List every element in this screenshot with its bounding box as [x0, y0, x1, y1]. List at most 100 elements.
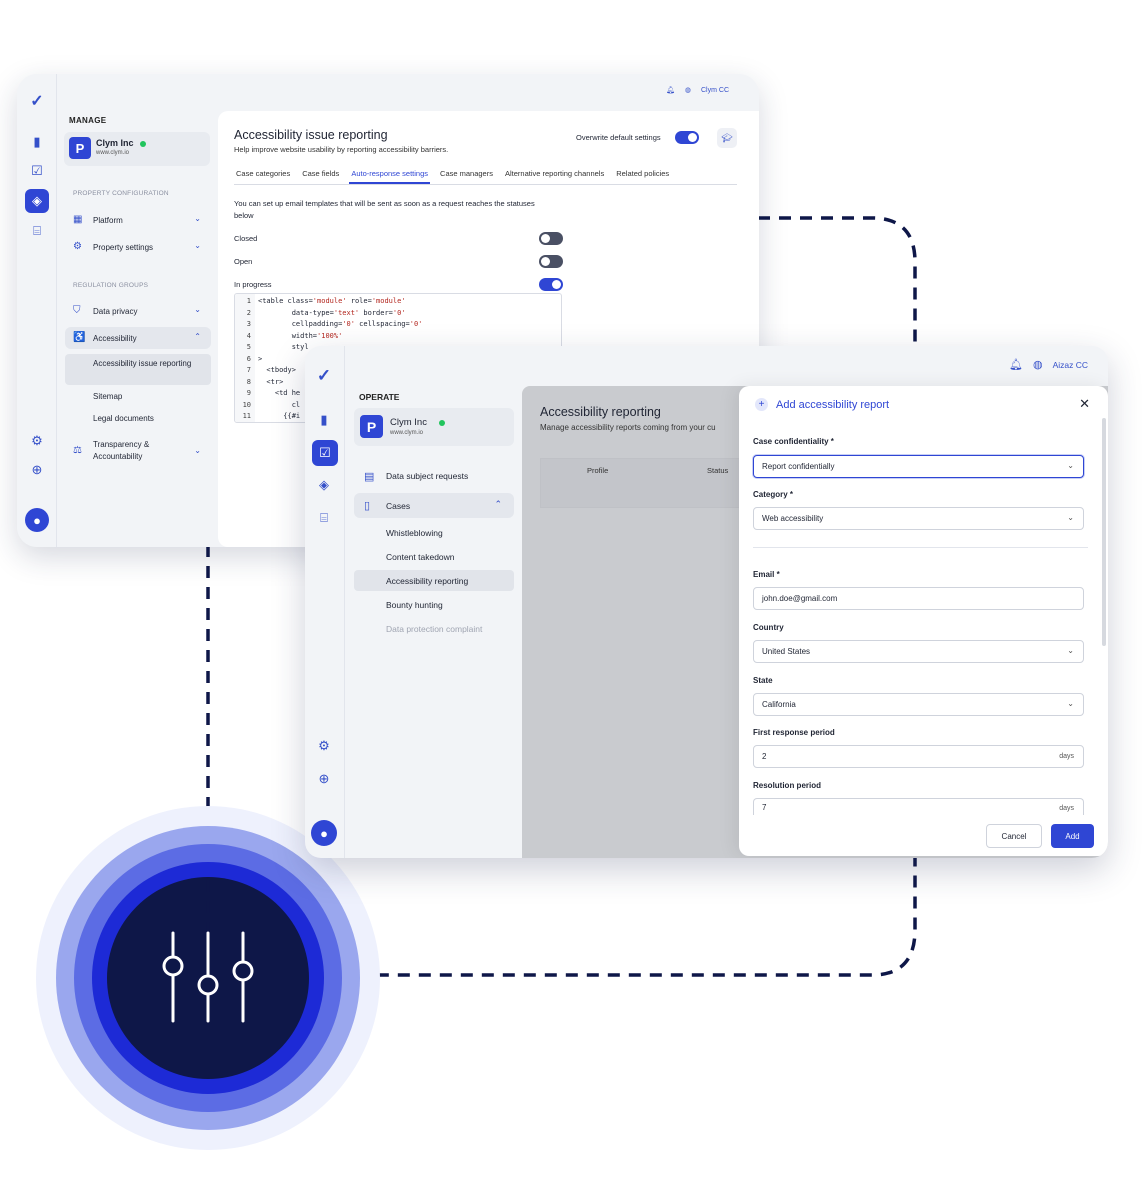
modal-title: Add accessibility report — [776, 398, 890, 411]
org-site: www.clym.io — [390, 430, 424, 436]
toggle-closed[interactable] — [539, 232, 563, 245]
reports-table: Profile Status — [540, 458, 740, 508]
checklist-icon[interactable]: ☑ — [312, 440, 338, 466]
layers-icon[interactable]: ◈ — [25, 189, 49, 213]
chevron-down-icon: ⌄ — [1067, 461, 1074, 470]
sidebar-item-data-subject-requests[interactable]: ▤ Data subject requests — [354, 464, 514, 488]
first-response-input[interactable]: 2 days — [753, 745, 1084, 768]
modal-scrollbar[interactable] — [1102, 418, 1106, 646]
tab-case-fields[interactable]: Case fields — [300, 169, 341, 184]
field-label-case-confidentiality: Case confidentiality * — [753, 437, 834, 446]
auto-response-description: You can set up email templates that will… — [234, 199, 535, 220]
chart-icon[interactable]: ▮ — [312, 408, 336, 432]
sidebar-item-label: Data subject requests — [386, 471, 469, 481]
org-switcher[interactable]: P Clym Inc www.clym.io — [64, 132, 210, 166]
sidebar-subitem-content-takedown[interactable]: Content takedown — [354, 546, 514, 567]
sidebar-item-label: Cases — [386, 500, 411, 511]
resolution-input[interactable]: 7 days — [753, 798, 1084, 815]
chevron-down-icon: ⌄ — [1067, 646, 1074, 655]
sidebar-item-transparency[interactable]: ⚖ Transparency & Accountability ⌄ — [65, 437, 211, 465]
account-name[interactable]: Aizaz CC — [1053, 360, 1088, 370]
checklist-icon[interactable]: ☑ — [25, 159, 49, 183]
add-button[interactable]: Add — [1051, 824, 1094, 848]
case-confidentiality-select[interactable]: Report confidentially ⌄ — [753, 455, 1084, 478]
toggle-in-progress[interactable] — [539, 278, 563, 291]
globe-icon[interactable]: ◍ — [1033, 358, 1043, 371]
shield-icon: ⛉ — [73, 305, 81, 316]
gear-icon: ⚙ — [73, 241, 82, 252]
category-select[interactable]: Web accessibility ⌄ — [753, 507, 1084, 530]
tab-case-categories[interactable]: Case categories — [234, 169, 292, 184]
sidebar-item-accessibility[interactable]: ♿ Accessibility ⌃ — [65, 327, 211, 349]
sidebar-item-platform[interactable]: ▦ Platform ⌄ — [65, 209, 211, 231]
toggle-open[interactable] — [539, 255, 563, 268]
line-numbers: 1 2 3 4 5 6 7 8 9 10 11 — [235, 294, 255, 422]
sidebar-item-label: Accessibility — [93, 333, 137, 343]
top-bar: 🔔︎ ◍ Clym CC — [666, 86, 729, 95]
accessibility-icon: ♿ — [73, 332, 86, 343]
section-title: OPERATE — [359, 392, 400, 402]
org-name: Clym Inc — [96, 138, 134, 148]
bell-icon[interactable]: 🔔︎ — [666, 86, 675, 94]
status-dot — [439, 420, 445, 426]
tab-alternative-channels[interactable]: Alternative reporting channels — [503, 169, 606, 184]
sidebar-subitem-bounty-hunting[interactable]: Bounty hunting — [354, 594, 514, 615]
tab-bar: Case categories Case fields Auto-respons… — [234, 169, 737, 185]
sidebar-item-data-privacy[interactable]: ⛉ Data privacy ⌄ — [65, 300, 211, 322]
chevron-up-icon: ⌃ — [194, 332, 201, 341]
document-icon: ▯ — [364, 500, 371, 512]
avatar-icon[interactable]: ● — [25, 508, 49, 532]
graduation-cap-icon[interactable]: 🎓︎ — [717, 128, 737, 148]
field-label-resolution: Resolution period — [753, 781, 821, 790]
unit-label: days — [1059, 753, 1074, 760]
chevron-down-icon: ⌄ — [194, 305, 201, 314]
operate-window: ✓ ▮ ☑ ◈ ⌸ ⚙ ⊕ ● OPERATE P Clym Inc www.c… — [305, 346, 1108, 858]
tab-auto-response-settings[interactable]: Auto-response settings — [349, 169, 431, 184]
overwrite-toggle[interactable] — [675, 131, 699, 144]
field-label-email: Email * — [753, 570, 780, 579]
cancel-button[interactable]: Cancel — [986, 824, 1042, 848]
field-label-country: Country — [753, 623, 784, 632]
code-icon[interactable]: ⌸ — [25, 219, 49, 243]
page-subtitle: Help improve website usability by report… — [234, 145, 449, 154]
overwrite-label: Overwrite default settings — [576, 133, 661, 142]
org-switcher[interactable]: P Clym Inc www.clym.io — [354, 408, 514, 446]
column-header-status: Status — [707, 466, 729, 475]
status-label-in-progress: In progress — [234, 280, 272, 289]
icon-rail: ✓ ▮ ☑ ◈ ⌸ ⚙ ⊕ ● — [305, 346, 345, 858]
state-select[interactable]: California ⌄ — [753, 693, 1084, 716]
lifebuoy-icon[interactable]: ⊕ — [312, 767, 336, 791]
email-field[interactable]: john.doe@gmail.com — [753, 587, 1084, 610]
chevron-down-icon: ⌄ — [194, 446, 201, 455]
country-select[interactable]: United States ⌄ — [753, 640, 1084, 663]
sidebar-subitem-accessibility-reporting[interactable]: Accessibility reporting — [354, 570, 514, 591]
sidebar-subitem-data-protection-complaint[interactable]: Data protection complaint — [354, 618, 514, 639]
lifebuoy-icon[interactable]: ⊕ — [25, 458, 49, 482]
field-label-category: Category * — [753, 490, 794, 499]
avatar-icon[interactable]: ● — [311, 820, 337, 846]
globe-icon[interactable]: ◍ — [685, 86, 691, 94]
account-name[interactable]: Clym CC — [701, 87, 729, 94]
sidebar-item-label: Data privacy — [93, 306, 138, 316]
sidebar-subitem-issue-reporting[interactable]: Accessibility issue reporting — [65, 354, 211, 385]
field-label-first-response: First response period — [753, 728, 835, 737]
tab-case-managers[interactable]: Case managers — [438, 169, 495, 184]
gear-icon[interactable]: ⚙ — [312, 734, 336, 758]
sidebar-item-cases[interactable]: ▯ Cases ⌃ — [354, 493, 514, 518]
bell-icon[interactable]: 🔔︎ — [1009, 358, 1023, 371]
org-name: Clym Inc — [390, 417, 427, 428]
sidebar-subitem-legal-documents[interactable]: Legal documents — [65, 413, 211, 425]
org-site: www.clym.io — [96, 150, 130, 156]
modal-header: + Add accessibility report — [755, 398, 889, 411]
sidebar-subitem-sitemap[interactable]: Sitemap — [65, 391, 211, 403]
gear-icon[interactable]: ⚙ — [25, 429, 49, 453]
top-bar: 🔔︎ ◍ Aizaz CC — [1009, 358, 1088, 371]
tab-related-policies[interactable]: Related policies — [614, 169, 671, 184]
status-dot — [140, 141, 146, 147]
chart-icon[interactable]: ▮ — [25, 130, 49, 154]
close-icon[interactable]: ✕ — [1079, 396, 1090, 412]
layers-icon[interactable]: ◈ — [312, 473, 336, 497]
code-icon[interactable]: ⌸ — [312, 506, 336, 530]
sidebar-subitem-whistleblowing[interactable]: Whistleblowing — [354, 522, 514, 543]
sidebar-item-property-settings[interactable]: ⚙ Property settings ⌄ — [65, 236, 211, 258]
